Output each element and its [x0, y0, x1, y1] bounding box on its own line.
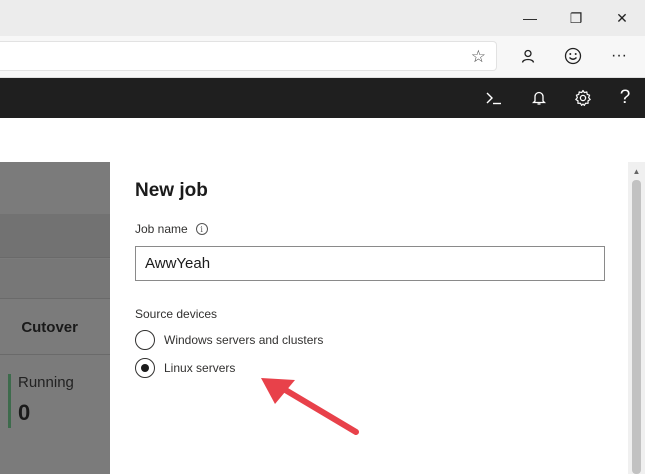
- profile-icon: [521, 49, 535, 63]
- scroll-up-arrow-icon[interactable]: ▲: [628, 164, 645, 178]
- radio-option-label: Linux servers: [164, 361, 236, 375]
- panel-scrollbar[interactable]: ▲: [628, 162, 645, 474]
- radio-option-windows[interactable]: Windows servers and clusters: [135, 330, 323, 350]
- new-job-panel: New job Job name i Source devices Window…: [110, 162, 645, 474]
- feedback-button[interactable]: [557, 41, 589, 71]
- browser-toolbar: ☆ ···: [0, 36, 645, 78]
- scroll-thumb[interactable]: [632, 180, 641, 474]
- console-button[interactable]: [476, 78, 512, 118]
- running-status-bar: [8, 374, 11, 428]
- maximize-button[interactable]: ❐: [553, 0, 599, 36]
- job-name-input[interactable]: [135, 246, 605, 281]
- background-row: [0, 259, 110, 299]
- info-icon[interactable]: i: [195, 223, 208, 235]
- bell-icon: [532, 91, 546, 105]
- radio-button-selected[interactable]: [135, 358, 155, 378]
- radio-option-linux[interactable]: Linux servers: [135, 358, 235, 378]
- app-header: ?: [0, 78, 645, 118]
- emoji-icon: [564, 47, 582, 65]
- profile-button[interactable]: [512, 41, 544, 71]
- browser-title-bar: — ❐ ✕: [0, 0, 645, 36]
- radio-option-label: Windows servers and clusters: [164, 333, 324, 347]
- source-devices-label: Source devices: [135, 307, 218, 321]
- more-icon: ···: [611, 47, 627, 64]
- help-icon: ?: [619, 87, 631, 108]
- running-status-label: Running: [18, 374, 74, 391]
- settings-button[interactable]: [565, 78, 601, 118]
- annotation-arrow-icon: [261, 378, 359, 435]
- job-name-label: Job name: [135, 222, 188, 236]
- running-status-count: 0: [18, 400, 31, 425]
- minimize-button[interactable]: —: [507, 0, 553, 36]
- notifications-button[interactable]: [521, 78, 557, 118]
- more-button[interactable]: ···: [603, 41, 635, 71]
- address-bar[interactable]: ☆: [0, 41, 497, 71]
- minimize-icon: —: [523, 10, 537, 26]
- job-name-label-row: Job name i: [135, 222, 208, 236]
- cutover-column-header: Cutover: [0, 300, 110, 355]
- help-button[interactable]: ?: [607, 78, 643, 118]
- close-icon: ✕: [616, 9, 628, 26]
- background-row: [0, 214, 110, 258]
- gear-icon: [575, 89, 591, 106]
- maximize-icon: ❐: [569, 9, 583, 26]
- radio-button[interactable]: [135, 330, 155, 350]
- console-icon: [486, 92, 501, 105]
- star-icon[interactable]: ☆: [471, 47, 486, 67]
- panel-title: New job: [135, 180, 208, 201]
- close-button[interactable]: ✕: [599, 0, 645, 36]
- background-overlay: Cutover Running 0: [0, 162, 110, 474]
